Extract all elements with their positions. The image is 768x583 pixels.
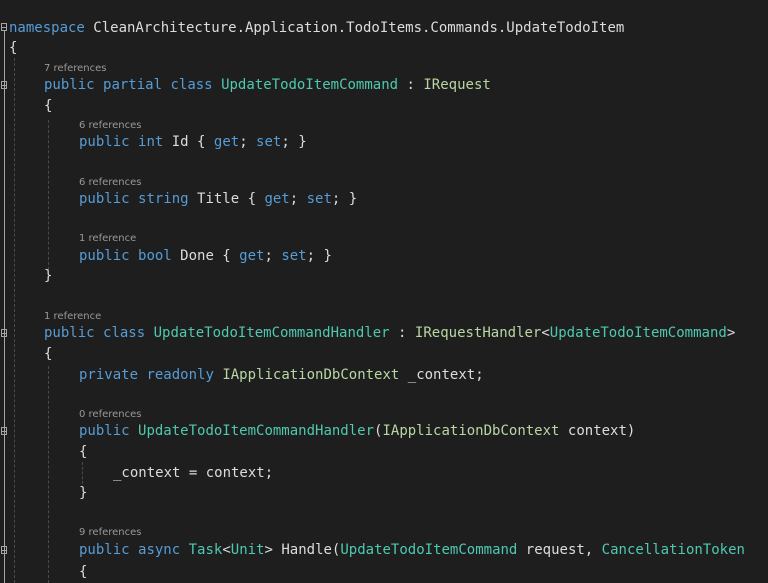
fold-toggle-namespace[interactable] [1, 23, 7, 31]
title-property: public string Title { get; set; } [79, 190, 357, 208]
private-keyword: private [79, 367, 139, 383]
field-type: IApplicationDbContext [222, 367, 400, 383]
class-name: UpdateTodoItemCommand [221, 77, 399, 93]
public-keyword: public [79, 134, 130, 150]
indent-guide [48, 366, 49, 583]
namespace-name: CleanArchitecture.Application.TodoItems.… [84, 20, 625, 36]
fold-toggle-handler-class[interactable] [1, 329, 7, 337]
generic-argument: UpdateTodoItemCommand [549, 325, 727, 341]
constructor-declaration: public UpdateTodoItemCommandHandler(IApp… [79, 422, 635, 440]
method-name: Handle( [272, 542, 341, 558]
indent-guide [48, 120, 49, 270]
namespace-keyword: namespace [9, 20, 85, 36]
handle-brace-open: { [79, 564, 88, 580]
indent-guide [82, 462, 83, 484]
handler-class-declaration: public class UpdateTodoItemCommandHandle… [44, 324, 735, 342]
code-editor[interactable]: namespace CleanArchitecture.Application.… [0, 0, 768, 583]
return-type: Task [188, 542, 223, 558]
ctor-brace-close: } [79, 485, 88, 501]
colon: : [389, 325, 415, 341]
codelens-references[interactable]: 0 references [79, 408, 142, 422]
done-property: public bool Done { get; set; } [79, 247, 332, 265]
set-keyword: set [281, 248, 307, 264]
type-keyword: int [138, 134, 164, 150]
codelens-references[interactable]: 6 references [79, 119, 142, 133]
get-keyword: get [213, 134, 240, 150]
field-name: _context; [399, 367, 484, 383]
type-keyword: string [138, 191, 189, 207]
separator: ; [289, 191, 307, 207]
property-end: ; } [306, 248, 332, 264]
ctor-body-statement: _context = context; [113, 465, 274, 481]
command-class-declaration: public partial class UpdateTodoItemComma… [44, 76, 491, 94]
public-keyword: public [44, 77, 95, 93]
indent-guide [14, 58, 15, 583]
public-keyword: public [44, 325, 95, 341]
get-keyword: get [239, 248, 265, 264]
public-keyword: public [79, 191, 130, 207]
set-keyword: set [306, 191, 332, 207]
fold-toggle-command-class[interactable] [1, 81, 7, 89]
colon: : [398, 77, 424, 93]
set-keyword: set [256, 134, 282, 150]
fold-toggle-handle[interactable] [1, 546, 7, 554]
property-name: Done { [171, 248, 240, 264]
parameter-type: CancellationToken [601, 542, 745, 558]
separator: ; [264, 248, 282, 264]
get-keyword: get [264, 191, 290, 207]
property-name: Title { [188, 191, 265, 207]
parameter-name: context) [559, 423, 636, 439]
parameter-type: UpdateTodoItemCommand [340, 542, 518, 558]
parameter-name: request, [517, 542, 602, 558]
namespace-brace-open: { [9, 40, 18, 56]
codelens-references[interactable]: 9 references [79, 526, 142, 540]
fold-toggle-ctor[interactable] [1, 427, 7, 435]
fold-line-namespace [4, 31, 5, 583]
type-keyword: bool [138, 248, 172, 264]
public-keyword: public [79, 542, 130, 558]
generic-close: > [726, 325, 736, 341]
codelens-references[interactable]: 1 reference [44, 310, 101, 324]
property-name: Id { [163, 134, 214, 150]
parameter-type: IApplicationDbContext [382, 423, 560, 439]
handler-brace-open: { [44, 346, 53, 362]
constructor-name: UpdateTodoItemCommandHandler [138, 423, 375, 439]
codelens-references[interactable]: 6 references [79, 176, 142, 190]
handle-method-declaration: public async Task<Unit> Handle(UpdateTod… [79, 541, 745, 559]
partial-keyword: partial [103, 77, 163, 93]
codelens-references[interactable]: 7 references [44, 62, 107, 76]
command-brace-open: { [44, 98, 53, 114]
public-keyword: public [79, 248, 130, 264]
separator: ; [239, 134, 257, 150]
generic-close: > [264, 542, 273, 558]
base-interface: IRequest [423, 77, 491, 93]
generic-open: < [222, 542, 231, 558]
readonly-keyword: readonly [146, 367, 214, 383]
class-keyword: class [170, 77, 213, 93]
generic-open: < [541, 325, 550, 341]
generic-argument: Unit [230, 542, 265, 558]
public-keyword: public [79, 423, 130, 439]
property-end: ; } [331, 191, 358, 207]
command-brace-close: } [44, 268, 53, 284]
class-name: UpdateTodoItemCommandHandler [153, 325, 390, 341]
class-keyword: class [103, 325, 146, 341]
id-property: public int Id { get; set; } [79, 133, 307, 151]
namespace-line: namespace CleanArchitecture.Application.… [9, 19, 624, 37]
base-interface: IRequestHandler [414, 325, 542, 341]
codelens-references[interactable]: 1 reference [79, 232, 136, 246]
ctor-brace-open: { [79, 444, 88, 460]
property-end: ; } [281, 134, 307, 150]
async-keyword: async [138, 542, 181, 558]
context-field: private readonly IApplicationDbContext _… [79, 366, 484, 384]
